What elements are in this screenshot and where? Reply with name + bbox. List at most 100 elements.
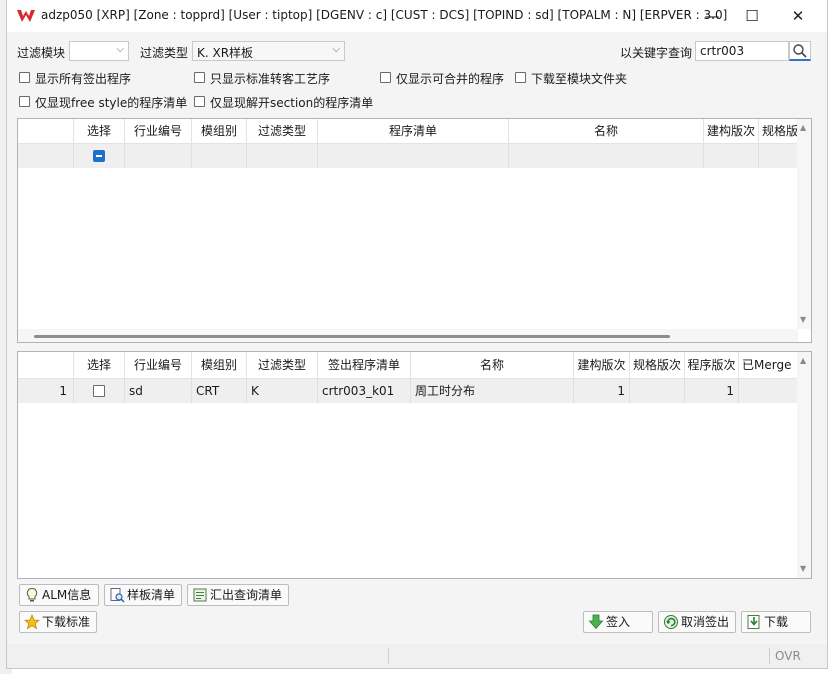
type-filter-select[interactable]: K. XR样板 ⌵ (192, 41, 345, 61)
scroll-up-icon[interactable]: ▲ (800, 356, 806, 365)
download-icon (747, 615, 760, 629)
scroll-down-icon[interactable]: ▼ (800, 315, 806, 324)
app-window: adzp050 [XRP] [Zone : topprd] [User : ti… (6, 0, 828, 669)
header-module[interactable]: 模组别 (192, 119, 247, 143)
chevron-down-icon: ⌵ (116, 44, 124, 55)
header-row-number (18, 119, 74, 143)
filter-row (18, 144, 798, 168)
vertical-scrollbar[interactable]: ▲ ▼ (797, 352, 811, 578)
horizontal-scrollbar[interactable] (18, 329, 798, 342)
alm-info-label: ALM信息 (42, 588, 92, 602)
keyword-input[interactable]: crtr003 (695, 41, 789, 61)
search-button[interactable] (789, 41, 811, 61)
star-icon (24, 614, 40, 630)
chevron-down-icon: ⌵ (332, 44, 340, 55)
header-checkout-program[interactable]: 签出程序清单 (318, 352, 411, 378)
cancel-checkout-label: 取消签出 (681, 615, 730, 629)
header-select[interactable]: 选择 (74, 352, 125, 378)
horizontal-scroll-thumb[interactable] (34, 335, 670, 338)
header-filter-type[interactable]: 过滤类型 (247, 119, 318, 143)
type-filter-label: 过滤类型 (140, 46, 189, 60)
option-standard-only-label: 只显示标准转客工艺序 (210, 72, 331, 86)
header-merged[interactable]: 已Merge (739, 352, 798, 378)
header-module[interactable]: 模组别 (192, 352, 247, 378)
row-build-version: 1 (574, 379, 630, 403)
row-name: 周工时分布 (411, 379, 574, 403)
download-label: 下载 (764, 615, 789, 629)
scroll-up-icon[interactable]: ▲ (800, 123, 806, 132)
header-name[interactable]: 名称 (411, 352, 574, 378)
header-build-version[interactable]: 建构版次 (704, 119, 759, 143)
checkin-button[interactable]: 签入 (583, 611, 653, 633)
program-list-grid[interactable]: 选择 行业编号 模组别 过滤类型 程序清单 名称 建构版次 规格版 ▲ ▼ (17, 118, 812, 343)
row-program: crtr003_k01 (318, 379, 411, 403)
row-select-cell[interactable] (74, 379, 125, 403)
module-filter-select[interactable]: ⌵ (69, 41, 129, 61)
header-program-version[interactable]: 程序版次 (685, 352, 739, 378)
export-query-list-label: 汇出查询清单 (210, 588, 283, 602)
row-merged (739, 379, 798, 403)
download-standard-label: 下载标准 (42, 615, 91, 629)
cancel-checkout-button[interactable]: 取消签出 (658, 611, 736, 633)
download-button[interactable]: 下载 (741, 611, 811, 633)
lightbulb-icon (26, 587, 38, 602)
window-title: adzp050 [XRP] [Zone : topprd] [User : ti… (41, 8, 728, 22)
status-bar: OVR (7, 644, 827, 668)
checkout-list-grid[interactable]: 选择 行业编号 模组别 过滤类型 签出程序清单 名称 建构版次 规格版次 程序版… (17, 351, 812, 579)
template-list-button[interactable]: 样板清单 (104, 584, 182, 606)
checkin-label: 签入 (606, 615, 631, 629)
keyword-value: crtr003 (700, 44, 745, 58)
header-industry-code[interactable]: 行业编号 (125, 352, 192, 378)
document-search-icon (110, 588, 125, 603)
alm-info-button[interactable]: ALM信息 (19, 584, 99, 606)
header-spec-version[interactable]: 规格版次 (630, 352, 685, 378)
row-industry: sd (125, 379, 192, 403)
template-list-label: 样板清单 (127, 588, 176, 602)
arrow-down-icon (588, 614, 604, 630)
type-filter-value: K. XR样板 (197, 46, 254, 60)
grid-header: 选择 行业编号 模组别 过滤类型 签出程序清单 名称 建构版次 规格版次 程序版… (18, 352, 798, 379)
row-select-checkbox[interactable] (93, 385, 105, 397)
option-free-style-checkbox[interactable] (19, 96, 30, 107)
app-logo-icon (17, 10, 35, 22)
option-show-all-checkout-checkbox[interactable] (19, 72, 30, 83)
header-build-version[interactable]: 建构版次 (574, 352, 630, 378)
maximize-button[interactable]: ☐ (729, 0, 775, 32)
header-spec-version[interactable]: 规格版 (759, 119, 798, 143)
table-row[interactable]: 1 sd CRT K crtr003_k01 周工时分布 1 1 (18, 379, 798, 403)
option-download-module-folder-checkbox[interactable] (515, 72, 526, 83)
keyword-label: 以关键字查询 (620, 46, 693, 60)
close-button[interactable]: ✕ (775, 0, 821, 32)
option-mergeable-checkbox[interactable] (380, 72, 391, 83)
search-icon (793, 44, 807, 58)
row-module: CRT (192, 379, 247, 403)
minimize-icon: — (704, 7, 720, 25)
header-industry-code[interactable]: 行业编号 (125, 119, 192, 143)
header-select[interactable]: 选择 (74, 119, 125, 143)
option-download-module-folder-label: 下载至模块文件夹 (531, 72, 628, 86)
export-icon (193, 588, 207, 602)
module-filter-label: 过滤模块 (17, 46, 66, 60)
header-name[interactable]: 名称 (509, 119, 704, 143)
option-unlocked-section-label: 仅显现解开section的程序清单 (210, 96, 374, 110)
grid-header: 选择 行业编号 模组别 过滤类型 程序清单 名称 建构版次 规格版 (18, 119, 798, 144)
option-standard-only-checkbox[interactable] (194, 72, 205, 83)
row-program-version: 1 (685, 379, 739, 403)
select-all-cell[interactable] (74, 144, 125, 168)
scroll-down-icon[interactable]: ▼ (800, 564, 806, 573)
download-standard-button[interactable]: 下载标准 (19, 611, 97, 633)
row-type: K (247, 379, 318, 403)
header-filter-type[interactable]: 过滤类型 (247, 352, 318, 378)
row-number: 1 (18, 379, 74, 403)
export-query-list-button[interactable]: 汇出查询清单 (187, 584, 289, 606)
option-unlocked-section-checkbox[interactable] (194, 96, 205, 107)
select-all-checkbox[interactable] (93, 150, 105, 162)
header-program-list[interactable]: 程序清单 (318, 119, 509, 143)
option-free-style-label: 仅显现free style的程序清单 (35, 96, 188, 110)
row-spec-version (630, 379, 685, 403)
title-bar: adzp050 [XRP] [Zone : topprd] [User : ti… (7, 0, 827, 32)
option-show-all-checkout-label: 显示所有签出程序 (35, 72, 132, 86)
option-mergeable-label: 仅显示可合并的程序 (396, 72, 505, 86)
vertical-scrollbar[interactable]: ▲ ▼ (797, 119, 811, 329)
close-icon: ✕ (791, 7, 805, 25)
